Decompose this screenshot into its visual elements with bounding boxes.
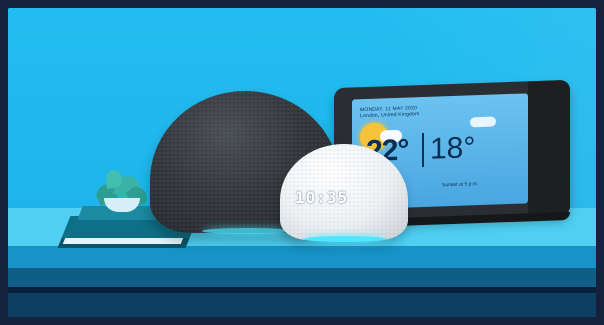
temperature-divider: [422, 132, 424, 168]
echo-show-speaker: [528, 79, 570, 218]
shelf-edge: [8, 246, 596, 268]
page-frame: MONDAY, 11 MAY 2020 London, United Kingd…: [0, 0, 604, 325]
echo-light-ring: [202, 228, 292, 234]
book-pages: [62, 238, 184, 244]
promo-banner[interactable]: MONDAY, 11 MAY 2020 London, United Kingd…: [8, 8, 596, 317]
shelf-front: [8, 268, 596, 287]
cloud-icon: [470, 116, 496, 128]
weather-footer: Sunset at 5 p.m.: [442, 181, 479, 189]
weather-location: MONDAY, 11 MAY 2020 London, United Kingd…: [360, 105, 420, 120]
echo-dot-light-ring: [304, 236, 386, 242]
floor-strip: [8, 293, 596, 317]
low-temperature: 18°: [430, 131, 476, 166]
led-clock-display: 10:35: [295, 188, 349, 207]
